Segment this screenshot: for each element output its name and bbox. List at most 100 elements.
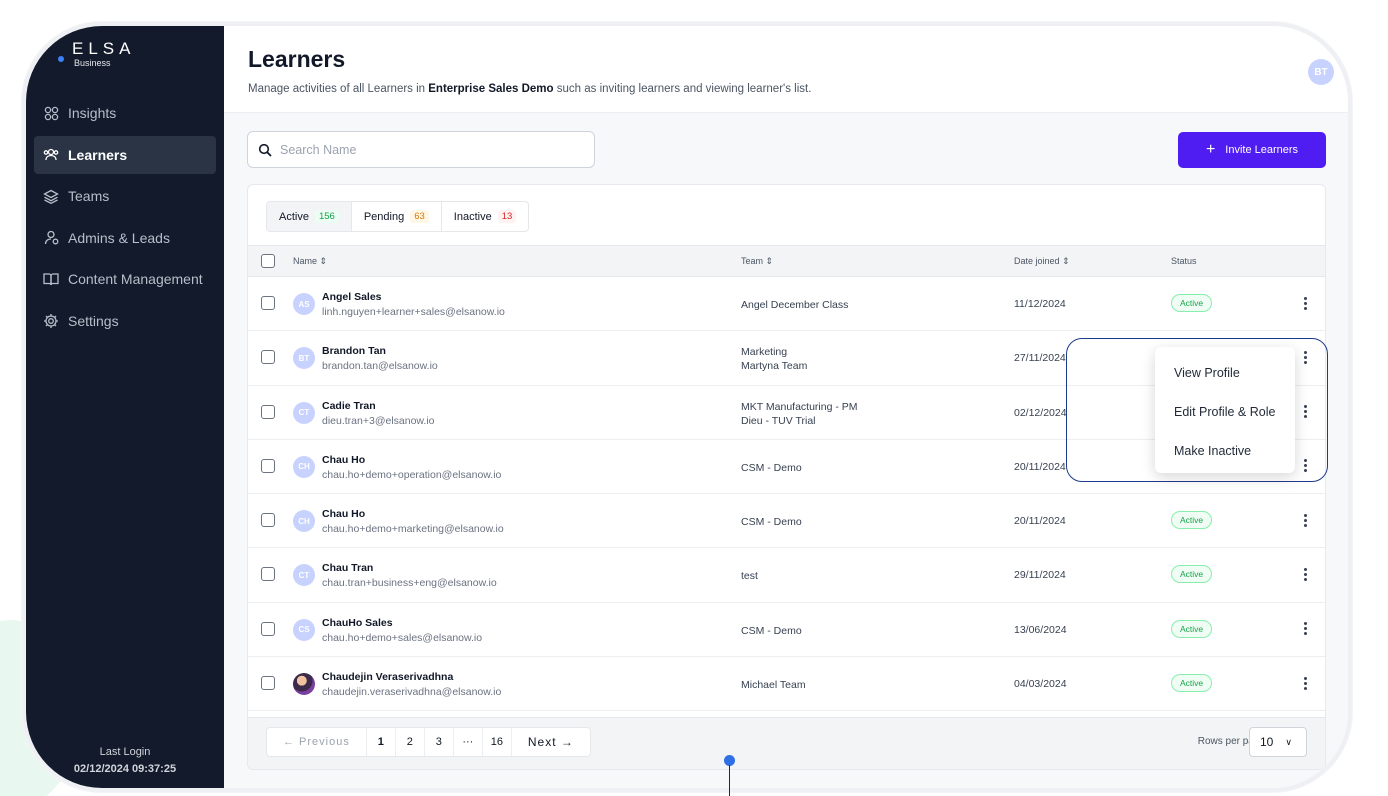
date-joined: 20/11/2024 [1014, 460, 1066, 473]
rows-per-page-value: 10 [1260, 735, 1274, 749]
last-login-label: Last Login [99, 746, 151, 758]
tab-inactive[interactable]: Inactive 13 [442, 202, 528, 231]
page-button-1[interactable]: 1 [367, 728, 396, 756]
more-vertical-icon[interactable] [1300, 564, 1310, 584]
more-vertical-icon[interactable] [1300, 510, 1310, 530]
col-name[interactable]: Name ⇕ [293, 256, 327, 267]
sidebar-item-insights[interactable]: Insights [34, 94, 216, 132]
learner-team: MKT Manufacturing - PM Dieu - TUV Trial [741, 400, 858, 428]
avatar [293, 673, 315, 696]
row-checkbox[interactable] [261, 567, 275, 582]
brand-sub: Business [74, 58, 111, 68]
page-button-3[interactable]: 3 [425, 728, 454, 756]
status-badge: Active [1171, 674, 1213, 693]
rows-per-page-select[interactable]: 10 ∨ [1249, 727, 1307, 757]
row-checkbox[interactable] [261, 621, 275, 636]
table-row[interactable]: Chaudejin Veraserivadhna chaudejin.verase… [248, 657, 1325, 712]
learner-team: CSM - Demo [741, 624, 802, 638]
learner-name[interactable]: Chau Tran [322, 562, 373, 574]
tab-pending[interactable]: Pending 63 [352, 202, 442, 231]
date-joined: 04/03/2024 [1014, 678, 1067, 691]
col-team[interactable]: Team ⇕ [741, 256, 773, 267]
sidebar-item-label: Teams [68, 188, 110, 204]
page-button-2[interactable]: 2 [396, 728, 425, 756]
tab-active[interactable]: Active 156 [267, 202, 352, 231]
sidebar-item-label: Content Management [68, 271, 203, 287]
date-joined: 13/06/2024 [1014, 623, 1067, 636]
sidebar-item-settings[interactable]: Settings [34, 302, 216, 340]
book-icon [42, 270, 60, 288]
grid-icon [42, 104, 60, 122]
table-row[interactable]: AS Angel Sales linh.nguyen+learner+sales@e… [248, 277, 1325, 332]
learner-team: CSM - Demo [741, 461, 802, 475]
team-name: Martyna Team [741, 360, 808, 373]
team-name: MKT Manufacturing - PM [741, 400, 858, 413]
search-box[interactable] [247, 131, 595, 168]
chevron-down-icon: ∨ [1285, 736, 1292, 747]
team-name: CSM - Demo [741, 624, 802, 637]
sidebar-item-label: Insights [68, 105, 117, 121]
next-page-button[interactable]: Next → [512, 728, 590, 756]
status-tabs: Active 156 Pending 63 Inactive 13 [266, 201, 530, 232]
sidebar-item-label: Settings [68, 312, 119, 329]
page-title: Learners [248, 46, 346, 72]
more-vertical-icon[interactable] [1300, 673, 1310, 693]
logo-dot-icon [58, 56, 64, 62]
page-button-16[interactable]: 16 [483, 728, 512, 756]
table-row[interactable]: CS ChauHo Sales chau.ho+demo+sales@elsanow… [248, 603, 1325, 658]
status-badge: Active [1171, 511, 1213, 530]
menu-item-make-inactive[interactable]: Make Inactive [1155, 431, 1295, 470]
menu-item-view-profile[interactable]: View Profile [1155, 353, 1295, 392]
col-name-label: Name [293, 256, 318, 266]
previous-page-button[interactable]: ← Previous [267, 728, 367, 756]
learner-name[interactable]: Chau Ho [322, 454, 365, 466]
brand-name: ELSA [72, 39, 136, 58]
status-badge: Active [1171, 619, 1213, 638]
sort-icon: ⇕ [1062, 256, 1070, 266]
sidebar-item-admins-leads[interactable]: Admins & Leads [34, 219, 216, 257]
sidebar-item-teams[interactable]: Teams [34, 177, 216, 215]
tab-count-badge: 63 [410, 210, 429, 223]
col-date-joined[interactable]: Date joined ⇕ [1014, 256, 1070, 267]
learner-email: dieu.tran+3@elsanow.io [322, 414, 435, 427]
learner-name[interactable]: Chaudejin Veraserivadhna [322, 671, 453, 683]
learner-name[interactable]: Brandon Tan [322, 345, 386, 357]
row-checkbox[interactable] [261, 350, 275, 365]
row-checkbox[interactable] [261, 458, 275, 473]
learner-name[interactable]: ChauHo Sales [322, 617, 393, 629]
status-badge: Active [1171, 565, 1213, 584]
menu-item-edit-profile-role[interactable]: Edit Profile & Role [1155, 392, 1295, 431]
sidebar: ELSA Business Insights Learners Teams Admin… [26, 26, 224, 788]
pagination-ellipsis: ··· [454, 728, 483, 756]
learner-name[interactable]: Cadie Tran [322, 400, 376, 412]
more-vertical-icon[interactable] [1300, 619, 1310, 639]
row-checkbox[interactable] [261, 513, 275, 528]
tab-label: Active [279, 210, 309, 223]
avatar: CS [293, 618, 315, 641]
user-avatar[interactable]: BT [1308, 59, 1334, 85]
sidebar-item-content-management[interactable]: Content Management [34, 260, 216, 298]
sidebar-item-learners[interactable]: Learners [34, 135, 216, 174]
learner-name[interactable]: Angel Sales [322, 291, 382, 303]
table-row[interactable]: CT Chau Tran chau.tran+business+eng@elsano… [248, 548, 1325, 603]
date-joined: 02/12/2024 [1014, 406, 1067, 419]
learner-email: linh.nguyen+learner+sales@elsanow.io [322, 306, 505, 318]
elsa-logo[interactable]: ELSA Business [58, 39, 136, 68]
row-checkbox[interactable] [261, 676, 275, 691]
page-header: Learners Manage activities of all Learne… [224, 26, 1348, 113]
search-input[interactable] [280, 142, 580, 157]
date-joined: 29/11/2024 [1014, 569, 1066, 582]
col-team-label: Team [741, 256, 764, 266]
row-checkbox[interactable] [261, 404, 275, 419]
learner-team: Angel December Class [741, 298, 848, 312]
invite-learners-button[interactable]: + Invite Learners [1178, 132, 1326, 168]
learner-email: chaudejin.veraserivadhna@elsanow.io [322, 686, 502, 699]
row-checkbox[interactable] [261, 296, 275, 310]
team-name: Michael Team [741, 679, 806, 692]
team-name: CSM - Demo [741, 516, 802, 529]
more-vertical-icon[interactable] [1300, 293, 1310, 313]
table-row[interactable]: CH Chau Ho chau.ho+demo+marketing@elsanow.… [248, 494, 1325, 549]
select-all-checkbox[interactable] [261, 254, 275, 268]
learner-name[interactable]: Chau Ho [322, 508, 365, 520]
team-name: test [741, 570, 758, 583]
